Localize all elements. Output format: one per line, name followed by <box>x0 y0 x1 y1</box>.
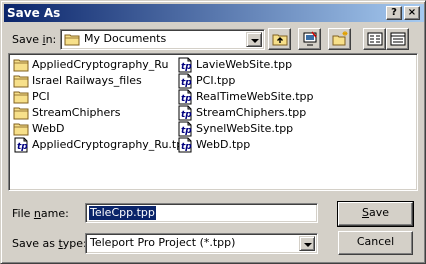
save-in-combobox[interactable]: My Documents <box>60 29 265 50</box>
save-button[interactable]: Save <box>337 201 414 227</box>
save-in-label: Save in: <box>12 33 57 46</box>
save-as-dialog: Save As ? × Save in: My Documents Applie… <box>0 0 426 264</box>
folder-icon <box>13 73 29 89</box>
teleport-project-file-icon: tp <box>177 89 193 105</box>
create-new-folder-button[interactable] <box>328 28 351 50</box>
help-button[interactable]: ? <box>386 6 402 20</box>
folder-item[interactable]: Israel Railways_files <box>13 73 142 89</box>
file-item[interactable]: tp RealTimeWebSite.tpp <box>177 89 314 105</box>
svg-text:tp: tp <box>181 110 192 120</box>
item-label: StreamChiphers <box>32 106 121 119</box>
svg-text:tp: tp <box>181 94 192 104</box>
item-label: RealTimeWebSite.tpp <box>196 90 314 103</box>
folder-item[interactable]: AppliedCryptography_Ru <box>13 57 168 73</box>
file-item[interactable]: tp WebD.tpp <box>177 137 250 153</box>
desktop-icon <box>303 31 317 46</box>
my-documents-folder-icon <box>64 32 80 46</box>
window-title: Save As <box>7 6 61 20</box>
folder-item[interactable]: PCI <box>13 89 50 105</box>
svg-text:tp: tp <box>181 126 192 136</box>
teleport-project-file-icon: tp <box>177 57 193 73</box>
new-folder-icon <box>332 31 348 46</box>
file-item[interactable]: tp StreamChiphers.tpp <box>177 105 306 121</box>
up-one-level-button[interactable] <box>268 28 291 50</box>
item-label: WebD.tpp <box>196 138 251 151</box>
file-name-value: TeleCpp.tpp <box>89 206 156 220</box>
folder-item[interactable]: WebD <box>13 121 64 137</box>
save-in-dropdown-button[interactable] <box>246 32 262 47</box>
item-label: PCI.tpp <box>196 74 236 87</box>
teleport-project-file-icon: tp <box>177 121 193 137</box>
item-label: PCI <box>32 90 50 103</box>
close-icon: × <box>407 7 417 18</box>
folder-item[interactable]: StreamChiphers <box>13 105 120 121</box>
svg-text:tp: tp <box>181 142 192 152</box>
folder-icon <box>13 89 29 105</box>
file-item[interactable]: tp AppliedCryptography_Ru.tpp <box>13 137 190 153</box>
desktop-button[interactable] <box>298 28 321 50</box>
item-label: LavieWebSite.tpp <box>196 58 293 71</box>
save-in-value: My Documents <box>84 32 167 45</box>
item-label: AppliedCryptography_Ru <box>32 58 169 71</box>
cancel-button[interactable]: Cancel <box>338 231 413 255</box>
file-item[interactable]: tp SynelWebSite.tpp <box>177 121 293 137</box>
folder-icon <box>13 105 29 121</box>
up-folder-icon <box>272 34 288 46</box>
item-label: WebD <box>32 122 65 135</box>
svg-text:tp: tp <box>181 78 192 88</box>
svg-text:tp: tp <box>17 142 28 152</box>
file-item[interactable]: tp PCI.tpp <box>177 73 235 89</box>
folder-icon <box>13 121 29 137</box>
save-as-type-label: Save as type: <box>12 237 87 250</box>
close-button[interactable]: × <box>404 6 420 20</box>
list-view-icon <box>367 32 383 46</box>
details-view-button[interactable] <box>386 28 409 50</box>
item-label: SynelWebSite.tpp <box>196 122 294 135</box>
list-view-button[interactable] <box>363 28 386 50</box>
file-name-label: File name: <box>12 207 69 220</box>
teleport-project-file-icon: tp <box>177 73 193 89</box>
item-label: Israel Railways_files <box>32 74 142 87</box>
file-list[interactable]: AppliedCryptography_Ru Israel Railways_fi… <box>8 53 418 191</box>
item-label: AppliedCryptography_Ru.tpp <box>32 138 191 151</box>
folder-icon <box>13 57 29 73</box>
file-name-input[interactable]: TeleCpp.tpp <box>85 203 318 223</box>
svg-text:tp: tp <box>181 62 192 72</box>
save-as-type-combobox[interactable]: Teleport Pro Project (*.tpp) <box>85 233 318 254</box>
save-as-type-dropdown-button[interactable] <box>299 236 315 251</box>
teleport-project-file-icon: tp <box>177 137 193 153</box>
file-item[interactable]: tp LavieWebSite.tpp <box>177 57 292 73</box>
item-label: StreamChiphers.tpp <box>196 106 307 119</box>
save-as-type-value: Teleport Pro Project (*.tpp) <box>90 236 236 249</box>
teleport-project-file-icon: tp <box>13 137 29 153</box>
help-icon: ? <box>391 7 397 18</box>
title-bar[interactable]: Save As ? × <box>4 4 424 22</box>
teleport-project-file-icon: tp <box>177 105 193 121</box>
details-view-icon <box>390 32 406 46</box>
